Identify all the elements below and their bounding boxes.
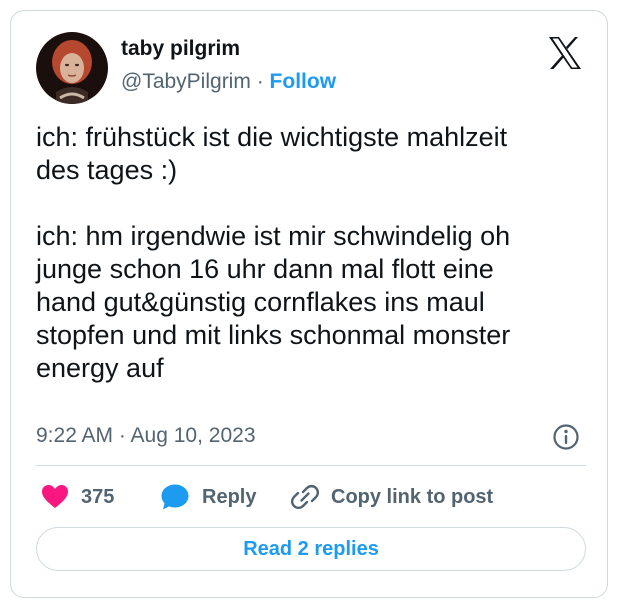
- link-icon: [291, 484, 319, 510]
- like-count: 375: [81, 485, 115, 508]
- info-icon[interactable]: [552, 423, 580, 451]
- reply-button[interactable]: Reply: [160, 481, 256, 513]
- tweet-card: taby pilgrim @TabyPilgrim · Follow ich: …: [10, 10, 608, 598]
- author-handle-row: @TabyPilgrim · Follow: [121, 70, 336, 94]
- speech-bubble-icon: [161, 484, 189, 510]
- separator-dot: ·: [256, 70, 264, 93]
- reply-label: Reply: [202, 485, 257, 508]
- read-replies-button[interactable]: Read 2 replies: [36, 527, 586, 571]
- author-handle[interactable]: @TabyPilgrim: [121, 70, 251, 93]
- read-replies-label: Read 2 replies: [243, 537, 379, 560]
- copy-link-label: Copy link to post: [331, 485, 494, 508]
- avatar[interactable]: [36, 32, 108, 104]
- copy-link-button[interactable]: Copy link to post: [291, 481, 493, 513]
- tweet-timestamp[interactable]: 9:22 AM · Aug 10, 2023: [36, 424, 256, 448]
- divider: [36, 465, 586, 466]
- x-logo-icon[interactable]: [547, 35, 583, 71]
- heart-icon: [42, 485, 68, 508]
- author-display-name[interactable]: taby pilgrim: [121, 37, 240, 61]
- tweet-text: ich: frühstück ist die wichtigste mahlze…: [36, 122, 511, 383]
- like-button[interactable]: 375: [41, 481, 114, 513]
- follow-button[interactable]: Follow: [270, 70, 337, 93]
